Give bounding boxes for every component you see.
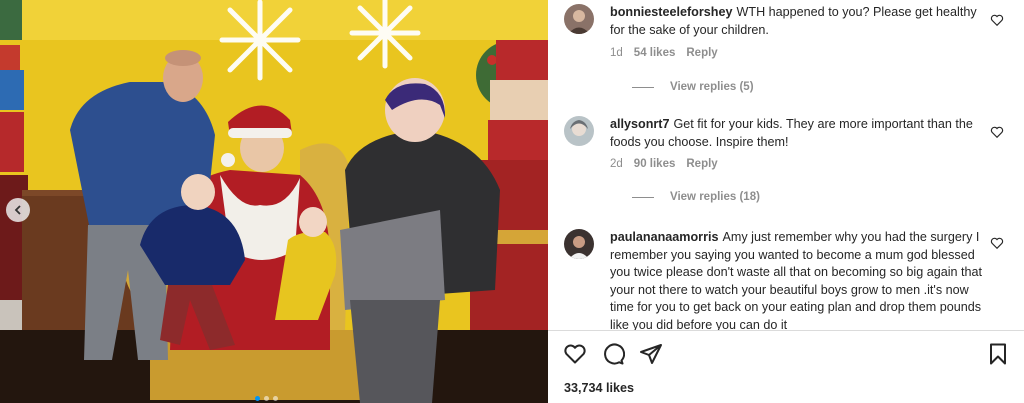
slide-dot [255, 396, 260, 401]
comment-bubble-icon[interactable] [601, 342, 625, 366]
comment-age[interactable]: 1d [610, 47, 623, 59]
comment-username[interactable]: paulananaamorris [610, 230, 719, 244]
comment-meta: 1d 54 likes Reply [610, 47, 718, 59]
comment-username[interactable]: allysonrt7 [610, 117, 670, 131]
like-count[interactable]: 33,734 likes [564, 381, 634, 395]
section-divider [548, 330, 1024, 331]
avatar-image [564, 4, 594, 34]
comment-text: bonniesteeleforshey WTH happened to you? … [610, 4, 994, 39]
reply-button[interactable]: Reply [686, 158, 717, 170]
view-replies-button[interactable]: View replies (18) [632, 191, 760, 203]
view-replies-label: View replies (18) [670, 191, 760, 203]
comment-likes[interactable]: 90 likes [634, 158, 676, 170]
comment-likes[interactable]: 54 likes [634, 47, 676, 59]
avatar[interactable] [564, 229, 594, 259]
santa-family-photo [0, 0, 548, 403]
comment-text: paulananaamorris Amy just remember why yo… [610, 229, 994, 330]
slide-indicator [255, 396, 278, 401]
comment-age[interactable]: 2d [610, 158, 623, 170]
chevron-left-icon [14, 205, 21, 215]
view-replies-label: View replies (5) [670, 81, 754, 93]
replies-line [632, 196, 654, 198]
comments-panel: bonniesteeleforshey WTH happened to you? … [548, 0, 1024, 403]
comment-body: Amy just remember why you had the surger… [610, 230, 983, 330]
comment-username[interactable]: bonniesteeleforshey [610, 5, 732, 19]
bookmark-icon[interactable] [986, 342, 1010, 366]
paper-plane-icon[interactable] [639, 342, 663, 366]
comments-list: bonniesteeleforshey WTH happened to you? … [548, 0, 1024, 330]
slide-dot [273, 396, 278, 401]
post-photo [0, 0, 548, 403]
small-heart-icon[interactable] [990, 125, 1004, 139]
slide-dot [264, 396, 269, 401]
avatar[interactable] [564, 116, 594, 146]
reply-button[interactable]: Reply [686, 47, 717, 59]
avatar-image [564, 116, 594, 146]
small-heart-icon[interactable] [990, 236, 1004, 250]
previous-slide-button[interactable] [6, 198, 30, 222]
comment-text: allysonrt7 Get fit for your kids. They ar… [610, 116, 994, 151]
view-replies-button[interactable]: View replies (5) [632, 81, 754, 93]
replies-line [632, 86, 654, 88]
comment-meta: 2d 90 likes Reply [610, 158, 718, 170]
avatar-image [564, 229, 594, 259]
avatar[interactable] [564, 4, 594, 34]
small-heart-icon[interactable] [990, 13, 1004, 27]
post-actions [548, 340, 1024, 370]
heart-icon[interactable] [563, 342, 587, 366]
